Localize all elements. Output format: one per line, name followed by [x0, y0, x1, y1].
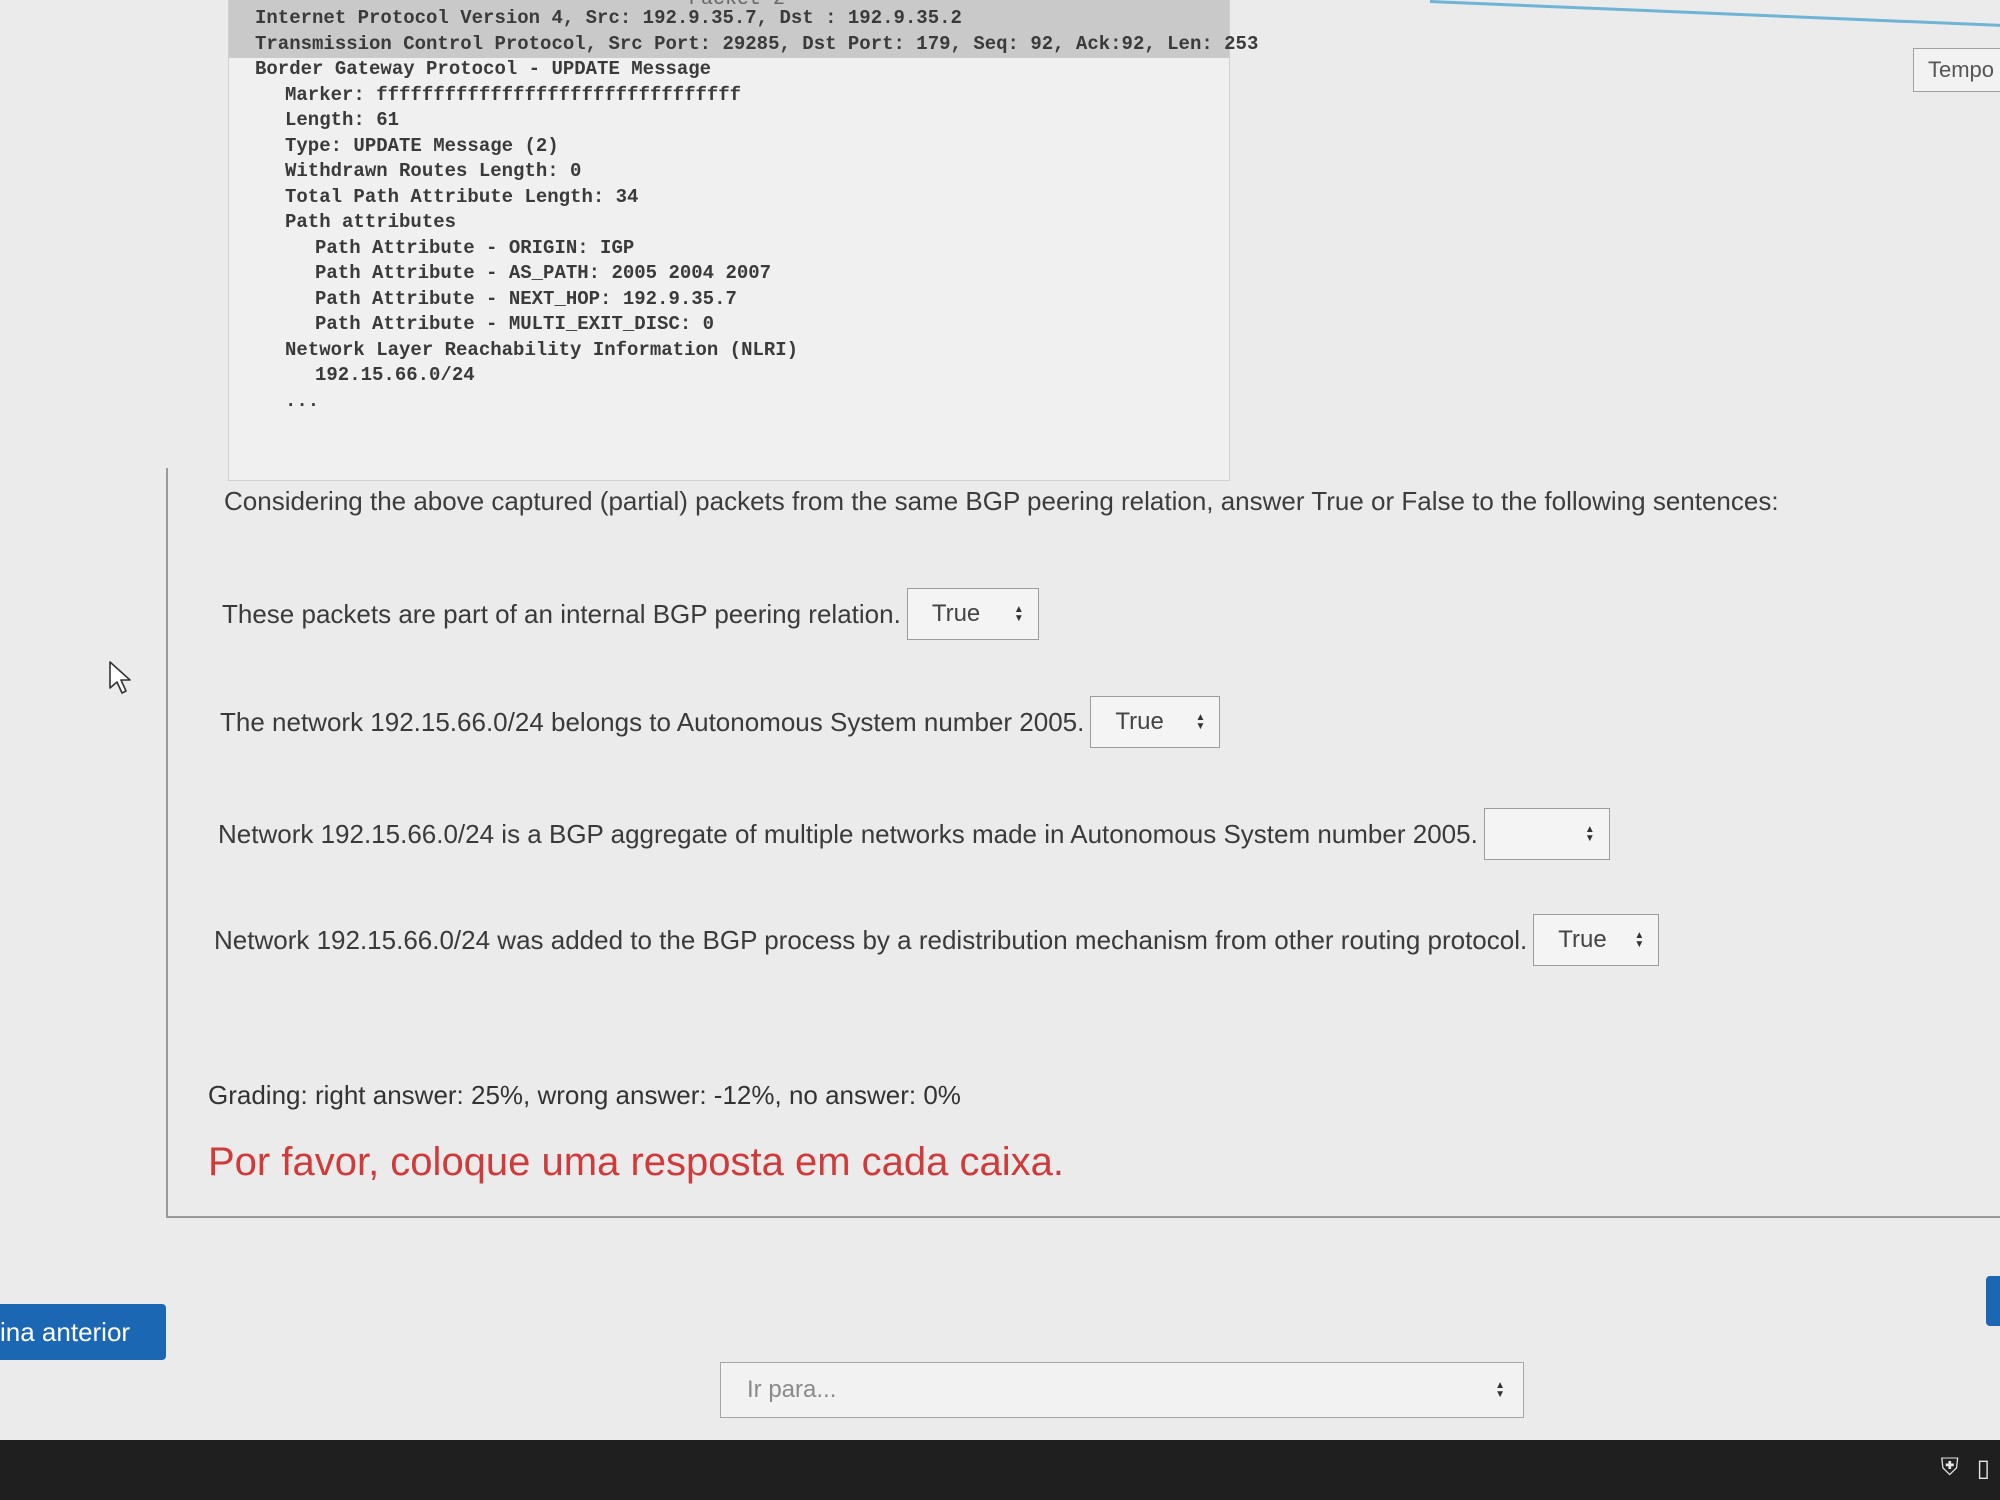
packet-line: Path Attribute - MULTI_EXIT_DISC: 0	[315, 313, 715, 335]
updown-icon: ▲ ▼	[1013, 604, 1024, 624]
packet-line: Path Attribute - ORIGIN: IGP	[315, 236, 635, 259]
answer-select-4[interactable]: True ▲ ▼	[1533, 914, 1660, 966]
question-intro: Considering the above captured (partial)…	[224, 486, 1779, 516]
question-area: Considering the above captured (partial)…	[166, 468, 2000, 1218]
updown-icon: ▲ ▼	[1584, 824, 1595, 844]
packet-line: Total Path Attribute Length: 34	[285, 185, 639, 208]
answer-select-2[interactable]: True ▲ ▼	[1090, 696, 1221, 748]
packet-line: Border Gateway Protocol - UPDATE Message	[255, 58, 712, 80]
answer-select-3[interactable]: ▲ ▼	[1483, 808, 1610, 860]
updown-icon: ▲ ▼	[1495, 1380, 1505, 1400]
top-accent-line	[1429, 0, 2000, 28]
question-row-2: The network 192.15.66.0/24 belongs to Au…	[220, 696, 1221, 748]
usb-drive-icon[interactable]: ▯	[1977, 1454, 1990, 1483]
packet-line: Transmission Control Protocol, Src Port:…	[255, 32, 1259, 55]
updown-icon: ▲ ▼	[1634, 930, 1645, 950]
grading-info: Grading: right answer: 25%, wrong answer…	[208, 1080, 961, 1110]
packet-line: ...	[285, 389, 320, 412]
question-text: The network 192.15.66.0/24 belongs to Au…	[220, 706, 1085, 737]
packet-line: 192.15.66.0/24	[315, 364, 475, 386]
packet-lines: Internet Protocol Version 4, Src: 192.9.…	[255, 6, 1258, 414]
packet-line: Path attributes	[285, 211, 457, 233]
packet-line: Length: 61	[285, 109, 400, 131]
question-row-1: These packets are part of an internal BG…	[222, 588, 1039, 640]
packet-line: Internet Protocol Version 4, Src: 192.9.…	[255, 7, 962, 29]
cursor-icon	[109, 661, 131, 694]
question-text: Network 192.15.66.0/24 was added to the …	[214, 924, 1528, 955]
next-page-button-edge[interactable]	[1986, 1276, 2000, 1326]
select-value: True	[1115, 708, 1164, 735]
system-tray: ⛨ ▯	[1941, 1454, 1990, 1483]
packet-line: Path Attribute - NEXT_HOP: 192.9.35.7	[315, 287, 737, 310]
answer-select-1[interactable]: True ▲ ▼	[906, 588, 1039, 640]
question-text: These packets are part of an internal BG…	[222, 598, 901, 629]
jump-to-select[interactable]: Ir para... ▲ ▼	[720, 1362, 1524, 1418]
packet-line: Network Layer Reachability Information (…	[285, 338, 799, 361]
select-value: True	[1558, 926, 1607, 953]
timer-box[interactable]: Tempo	[1913, 48, 2000, 92]
jump-placeholder: Ir para...	[747, 1376, 837, 1403]
packet-line: Marker: ffffffffffffffffffffffffffffffff	[285, 83, 742, 106]
packet-line: Path Attribute - AS_PATH: 2005 2004 2007	[315, 262, 772, 284]
os-taskbar: ⛨ ▯	[0, 1440, 2000, 1500]
question-text: Network 192.15.66.0/24 is a BGP aggregat…	[218, 818, 1478, 849]
packet-line: Withdrawn Routes Length: 0	[285, 160, 582, 182]
packet-capture-box: Packet 2 Internet Protocol Version 4, Sr…	[228, 0, 1258, 481]
question-row-4: Network 192.15.66.0/24 was added to the …	[214, 914, 1660, 966]
packet-line: Type: UPDATE Message (2)	[285, 134, 559, 157]
updown-icon: ▲ ▼	[1195, 712, 1206, 732]
question-row-3: Network 192.15.66.0/24 is a BGP aggregat…	[218, 808, 1610, 860]
previous-page-button[interactable]: ina anterior	[0, 1304, 166, 1360]
warning-message: Por favor, coloque uma resposta em cada …	[208, 1140, 1065, 1184]
select-value: True	[931, 600, 981, 627]
shield-icon[interactable]: ⛨	[1941, 1454, 1959, 1483]
